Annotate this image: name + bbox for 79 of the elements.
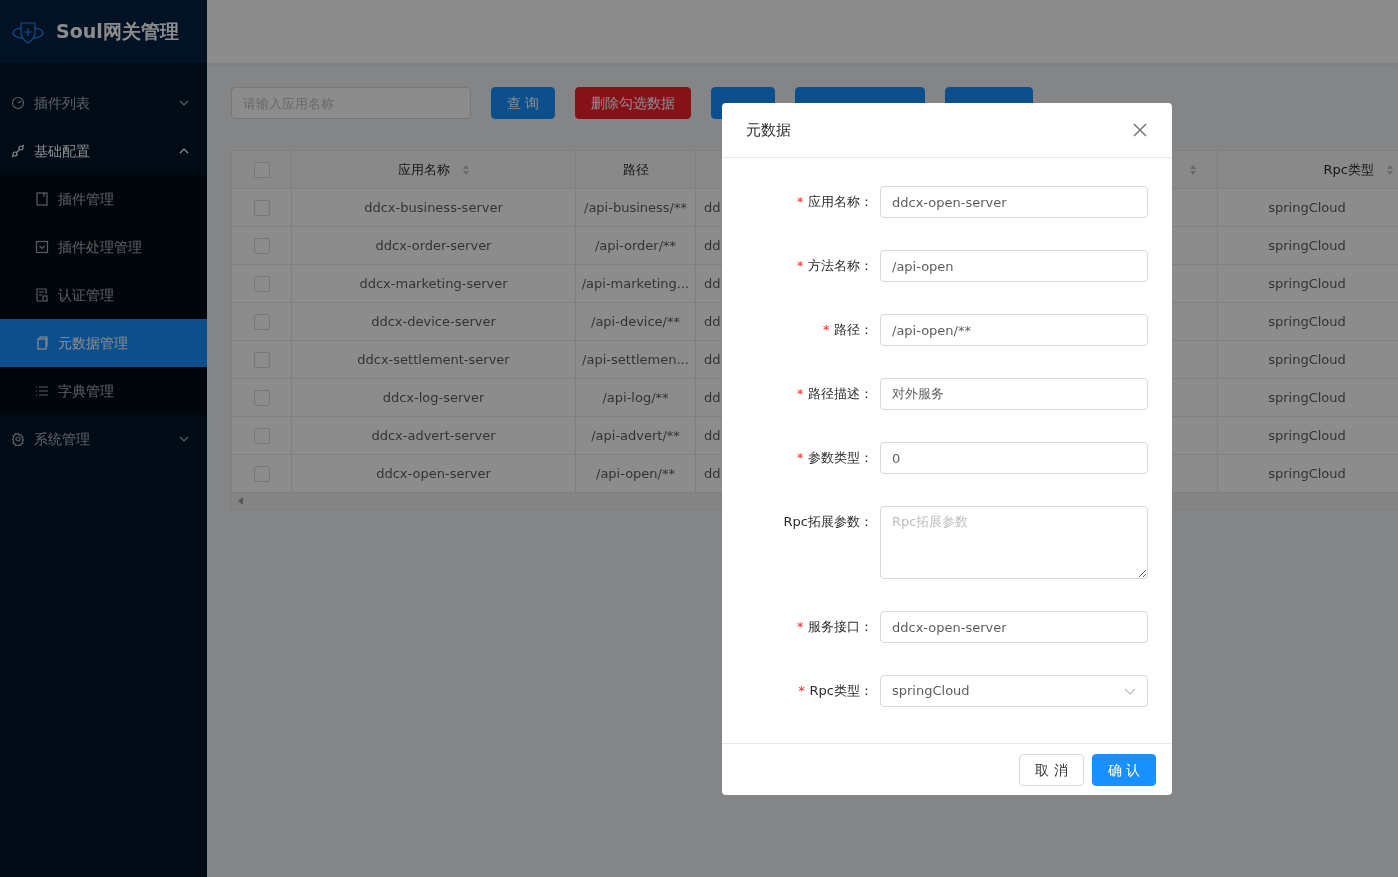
field-label: 路径： <box>834 321 873 340</box>
table-cell-text: dd <box>704 236 721 255</box>
close-icon <box>1132 122 1148 138</box>
table-cell-text: dd <box>704 350 721 369</box>
table-cell-text: springCloud <box>1268 388 1346 407</box>
column-header: Rpc类型 <box>1323 160 1374 179</box>
field-label: 方法名称： <box>808 257 873 276</box>
text-area[interactable]: Rpc拓展参数 <box>880 506 1148 579</box>
app-title: Soul网关管理 <box>56 19 179 45</box>
scroll-left-icon <box>238 497 243 505</box>
close-button[interactable] <box>1132 122 1148 138</box>
submenu-item[interactable]: 元数据管理 <box>0 319 207 367</box>
cancel-button[interactable]: 取 消 <box>1019 754 1084 786</box>
table-cell-text: dd <box>704 274 721 293</box>
menu-item[interactable]: 基础配置 <box>0 127 207 175</box>
table-cell-text: dd <box>704 312 721 331</box>
table-cell-text: springCloud <box>1268 236 1346 255</box>
submenu-item[interactable]: 插件处理管理 <box>0 223 207 271</box>
field-label: Rpc类型： <box>809 682 873 701</box>
input-field[interactable]: ddcx-open-server <box>880 186 1148 218</box>
table-cell-text: /api-device/** <box>591 312 680 331</box>
table-cell-text: ddcx-order-server <box>375 236 492 255</box>
required-mark: * <box>796 193 804 212</box>
confirm-button[interactable]: 确 认 <box>1091 754 1156 786</box>
table-cell-text: /api-log/** <box>602 388 669 407</box>
table-cell-text: springCloud <box>1268 426 1346 445</box>
input-field[interactable]: ddcx-open-server <box>880 611 1148 643</box>
chevron-up-icon <box>179 148 189 154</box>
table-cell-text: dd <box>704 464 721 483</box>
field-label: 参数类型： <box>808 449 873 468</box>
field-label: 服务接口： <box>808 618 873 637</box>
table-cell-text: ddcx-device-server <box>371 312 496 331</box>
table-cell-text: /api-settlemen... <box>582 350 689 369</box>
chevron-down-icon <box>1124 687 1136 695</box>
required-mark: * <box>822 321 830 340</box>
table-cell-text: /api-marketing... <box>581 274 690 293</box>
link-icon <box>11 144 25 158</box>
required-mark: * <box>796 449 804 468</box>
dialog-title: 元数据 <box>746 119 791 141</box>
copy-icon <box>35 336 49 350</box>
select-field[interactable]: springCloud <box>880 675 1148 707</box>
table-cell-text: springCloud <box>1268 312 1346 331</box>
input-field[interactable]: /api-open <box>880 250 1148 282</box>
menu-item[interactable]: 系统管理 <box>0 415 207 463</box>
table-cell-text: springCloud <box>1268 198 1346 217</box>
table-cell-text: springCloud <box>1268 274 1346 293</box>
toolbar-button[interactable]: 删除勾选数据 <box>575 87 692 119</box>
table-cell-text: /api-order/** <box>594 236 677 255</box>
table-cell-text: springCloud <box>1268 350 1346 369</box>
submenu-item[interactable]: 认证管理 <box>0 271 207 319</box>
table-cell-text: ddcx-log-server <box>382 388 485 407</box>
input-field[interactable]: 对外服务 <box>880 378 1148 410</box>
table-cell-text: ddcx-open-server <box>376 464 491 483</box>
required-mark: * <box>797 682 806 701</box>
table-cell-text: ddcx-settlement-server <box>357 350 510 369</box>
column-header: 路径 <box>622 160 649 179</box>
table-cell-text: dd <box>704 388 721 407</box>
table-cell-text: ddcx-business-server <box>364 198 503 217</box>
table-cell-text: /api-advert/** <box>591 426 680 445</box>
table-cell-text: ddcx-marketing-server <box>359 274 508 293</box>
field-label: Rpc拓展参数： <box>783 513 873 532</box>
table-cell-text: dd <box>704 198 721 217</box>
table-cell-text: /api-open/** <box>596 464 675 483</box>
menu-item[interactable]: 插件列表 <box>0 79 207 127</box>
table-cell-text: dd <box>704 426 721 445</box>
table-cell-text: ddcx-advert-server <box>371 426 496 445</box>
table-cell-text: springCloud <box>1268 464 1346 483</box>
input-field[interactable]: /api-open/** <box>880 314 1148 346</box>
required-mark: * <box>796 385 804 404</box>
field-label: 路径描述： <box>808 385 873 404</box>
column-header: 应用名称 <box>397 160 450 179</box>
required-mark: * <box>796 257 804 276</box>
toolbar-button[interactable]: 查 询 <box>491 87 556 119</box>
field-label: 应用名称： <box>808 193 873 212</box>
input-field[interactable]: 0 <box>880 442 1148 474</box>
table-cell-text: /api-business/** <box>584 198 687 217</box>
required-mark: * <box>796 618 804 637</box>
submenu-item[interactable]: 字典管理 <box>0 367 207 415</box>
submenu-item[interactable]: 插件管理 <box>0 175 207 223</box>
